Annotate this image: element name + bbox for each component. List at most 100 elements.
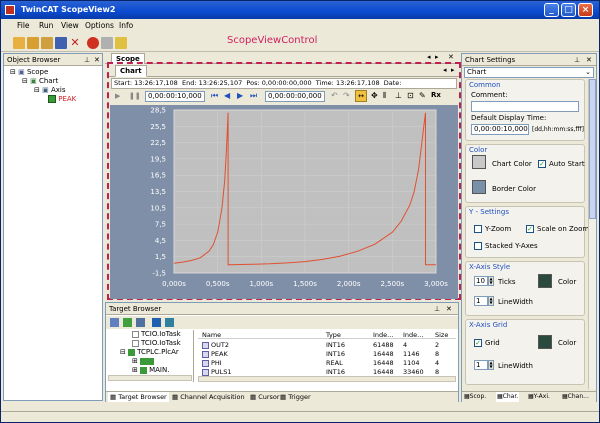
ticks-input[interactable]: 10 <box>474 276 488 286</box>
chart-color-swatch[interactable] <box>472 155 486 169</box>
target-tree-item[interactable]: ⊞ <box>132 357 156 365</box>
target-icon[interactable] <box>152 318 161 327</box>
target-tree-item[interactable]: TCIO.IoTask <box>132 339 181 347</box>
tab-channel-settings[interactable]: ▦Chan... <box>562 392 589 402</box>
auto-start-checkbox[interactable]: ✓ <box>538 160 546 168</box>
scope-chart[interactable]: 28,5 25,5 22,5 19,5 16,5 13,5 10,5 7,5 4,5 1,5 -1,… <box>110 105 458 299</box>
tree-item-axis[interactable]: ⊟ ▣ Axis <box>34 86 65 94</box>
undo-icon[interactable]: ↶ <box>331 91 338 100</box>
next-icon[interactable]: ▶ <box>237 91 243 100</box>
last-icon[interactable]: ⏭ <box>250 91 257 101</box>
table-row[interactable]: PEAK INT16 16448 1146 8 <box>198 350 456 358</box>
col-index-offset[interactable]: Inde... <box>403 331 423 339</box>
position-input[interactable]: 0,00:00:00,000 <box>265 91 325 102</box>
close-button[interactable]: × <box>578 3 593 17</box>
grid-checkbox[interactable]: ✓ <box>474 339 482 347</box>
target-tree-item[interactable]: ⊞ MAIN. <box>132 366 169 374</box>
scope-close-icon[interactable]: ✕ <box>448 53 454 61</box>
prev-icon[interactable]: ◀ <box>224 91 230 100</box>
stop-icon[interactable] <box>101 37 113 49</box>
tree-item-chart[interactable]: ⊟ ▣ Chart <box>22 77 58 85</box>
export-icon[interactable] <box>115 37 127 49</box>
grid-line-width-spinner[interactable]: ▲ ▼ <box>488 360 494 370</box>
zoom-x-icon[interactable]: ⫴ <box>383 91 386 101</box>
play-icon[interactable]: ▶ <box>115 92 120 100</box>
cursor-icon[interactable]: ✎ <box>419 91 426 100</box>
time-span-input[interactable]: 0,00:00:10,000 <box>145 91 205 102</box>
tab-chart[interactable]: Chart <box>115 65 147 77</box>
col-index-group[interactable]: Inde... <box>373 331 393 339</box>
delete-icon[interactable]: ✕ <box>69 37 81 49</box>
cs-close-icon[interactable]: ✕ <box>586 54 592 66</box>
title-bar[interactable]: TwinCAT ScopeView2 _ □ × <box>1 1 599 19</box>
maximize-button[interactable]: □ <box>561 3 576 17</box>
scroll-left-icon[interactable]: ◂ <box>427 53 431 61</box>
tab-cursor[interactable]: ▦ Cursor <box>250 392 280 402</box>
table-scrollbar[interactable] <box>198 376 456 382</box>
table-row[interactable]: PHI REAL 16448 1104 4 <box>198 359 456 367</box>
zoom-box-icon[interactable]: ⊡ <box>407 91 414 100</box>
tb-pin-icon[interactable]: ⊥ <box>434 303 440 315</box>
filter-icon[interactable] <box>136 318 145 327</box>
table-row[interactable]: PULS1 INT16 16448 33460 8 <box>198 368 456 376</box>
menu-run[interactable]: Run <box>39 21 53 30</box>
col-size[interactable]: Size <box>435 331 448 339</box>
new-icon[interactable] <box>13 37 25 49</box>
redo-icon[interactable]: ↷ <box>343 91 350 100</box>
add-icon[interactable] <box>123 318 132 327</box>
menu-options[interactable]: Options <box>85 21 114 30</box>
menu-view[interactable]: View <box>61 21 79 30</box>
table-row[interactable]: OUT2 INT16 61488 4 2 <box>198 341 456 349</box>
tab-channel-acquisition[interactable]: ▦ Channel Acquisition <box>172 392 245 402</box>
pause-icon[interactable]: ❚❚ <box>129 92 141 100</box>
x-grid-color-swatch[interactable] <box>538 335 552 349</box>
refresh-icon[interactable] <box>110 318 119 327</box>
reset-icon[interactable]: Rx <box>431 91 441 99</box>
save-icon[interactable] <box>55 37 67 49</box>
border-color-swatch[interactable] <box>472 180 486 194</box>
tree-scrollbar[interactable] <box>108 375 192 381</box>
panel-close-icon[interactable]: ✕ <box>94 54 100 66</box>
search-icon[interactable] <box>165 318 174 327</box>
target-tree-item[interactable]: TCIO.IoTask <box>132 330 181 338</box>
chart-scroll-left-icon[interactable]: ◂ <box>443 66 447 74</box>
grid-line-width-input[interactable]: 1 <box>474 360 488 370</box>
y-zoom-checkbox[interactable] <box>474 225 482 233</box>
tab-y-axis-settings[interactable]: ▦Y-Axi. <box>528 392 550 402</box>
chart-scroll-right-icon[interactable]: ▸ <box>451 66 455 74</box>
minimize-button[interactable]: _ <box>544 3 559 17</box>
record-icon[interactable] <box>87 37 99 49</box>
target-tree-item[interactable]: ⊟ TCPLC.PlcAr <box>120 348 179 356</box>
menu-info[interactable]: Info <box>119 21 133 30</box>
pan-icon[interactable]: ↔ <box>355 90 367 102</box>
folder-icon[interactable] <box>41 37 53 49</box>
col-name[interactable]: Name <box>202 331 221 339</box>
tree-item-peak[interactable]: PEAK <box>48 95 76 103</box>
zoom-y-icon[interactable]: ⊥ <box>395 91 402 100</box>
settings-scrollbar[interactable] <box>588 79 596 389</box>
col-type[interactable]: Type <box>326 331 341 339</box>
settings-scroll-thumb[interactable] <box>589 79 596 219</box>
tb-close-icon[interactable]: ✕ <box>446 303 452 315</box>
line-width-input[interactable]: 1 <box>474 296 488 306</box>
display-time-input[interactable]: 0,00:00:10,000 <box>471 124 529 135</box>
ticks-spinner[interactable]: ▲ ▼ <box>488 276 494 286</box>
x-style-color-swatch[interactable] <box>538 274 552 288</box>
tab-target-browser[interactable]: ▦ Target Browser <box>108 392 169 402</box>
line-width-spinner[interactable]: ▲ ▼ <box>488 296 494 306</box>
settings-object-select[interactable]: Chart ⌄ <box>464 67 594 78</box>
tab-scope-settings[interactable]: ▦Scop. <box>464 392 486 402</box>
first-icon[interactable]: ⏮ <box>211 91 218 101</box>
move-icon[interactable]: ✥ <box>371 91 378 100</box>
comment-input[interactable] <box>471 101 579 112</box>
open-icon[interactable] <box>27 37 39 49</box>
pin-icon[interactable]: ⊥ <box>84 54 90 66</box>
tree-item-scope[interactable]: ⊟ ▣ Scope <box>10 68 48 76</box>
tab-chart-settings[interactable]: ▦Char. <box>496 392 520 402</box>
scale-on-zoom-checkbox[interactable]: ✓ <box>526 225 534 233</box>
stacked-y-axes-checkbox[interactable] <box>474 242 482 250</box>
tab-trigger[interactable]: ▦ Trigger <box>280 392 311 402</box>
menu-file[interactable]: File <box>17 21 30 30</box>
scroll-right-icon[interactable]: ▸ <box>435 53 439 61</box>
cs-pin-icon[interactable]: ⊥ <box>574 54 580 66</box>
